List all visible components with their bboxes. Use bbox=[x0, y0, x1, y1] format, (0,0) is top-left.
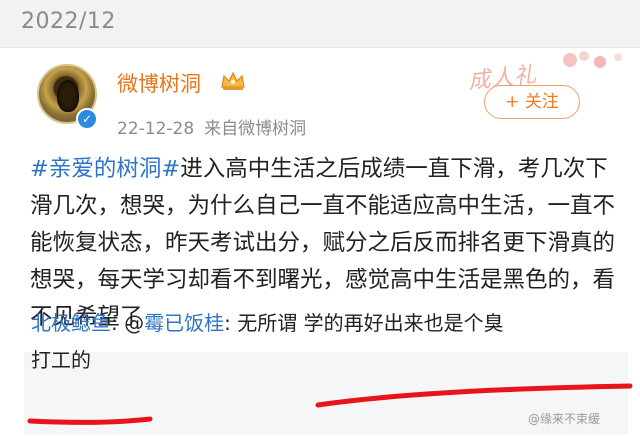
post-source: 来自微博树洞 bbox=[204, 119, 307, 139]
post-text: 进入高中生活之后成绩一直下滑，考几次下滑几次，想哭，为什么自己一直不能适应高中生… bbox=[30, 156, 616, 330]
comment-author[interactable]: 北极鲶鱼 bbox=[31, 311, 111, 335]
vip-crown-icon bbox=[221, 71, 245, 90]
post-topic-hashtag[interactable]: #亲爱的树洞# bbox=[30, 156, 180, 182]
comment-reply-mention[interactable]: 霉已饭桂 bbox=[144, 311, 224, 335]
balloon-decoration-icon bbox=[563, 51, 622, 68]
follow-button[interactable]: + 关注 bbox=[484, 85, 580, 119]
weibo-post-card: ✓ 微博树洞 22-12-28 来自微博树洞 成人礼 + 关注 #亲爱的树洞#进入… bbox=[0, 48, 640, 438]
comment-first-line: 北极鲶鱼: @霉已饭桂: 无所谓 学的再好出来也是个臭 bbox=[31, 308, 504, 338]
post-timestamp: 22-12-28 bbox=[117, 119, 195, 139]
post-meta: 22-12-28 来自微博树洞 bbox=[117, 114, 306, 139]
comment-second-line: 打工的 bbox=[31, 348, 91, 372]
avatar-tree-hollow bbox=[57, 80, 79, 112]
comment-text-part1: 无所谓 学的再好出来也是个臭 bbox=[237, 311, 504, 335]
comment-colon: : bbox=[224, 311, 238, 335]
top-date-strip: 2022/12 bbox=[0, 0, 640, 48]
comment-separator: : @ bbox=[111, 311, 145, 335]
image-watermark: @缘来不束缓 bbox=[528, 412, 601, 426]
post-author-name[interactable]: 微博树洞 bbox=[117, 68, 201, 98]
verified-badge-icon: ✓ bbox=[76, 108, 98, 130]
post-date-header: 2022/12 bbox=[21, 9, 116, 34]
